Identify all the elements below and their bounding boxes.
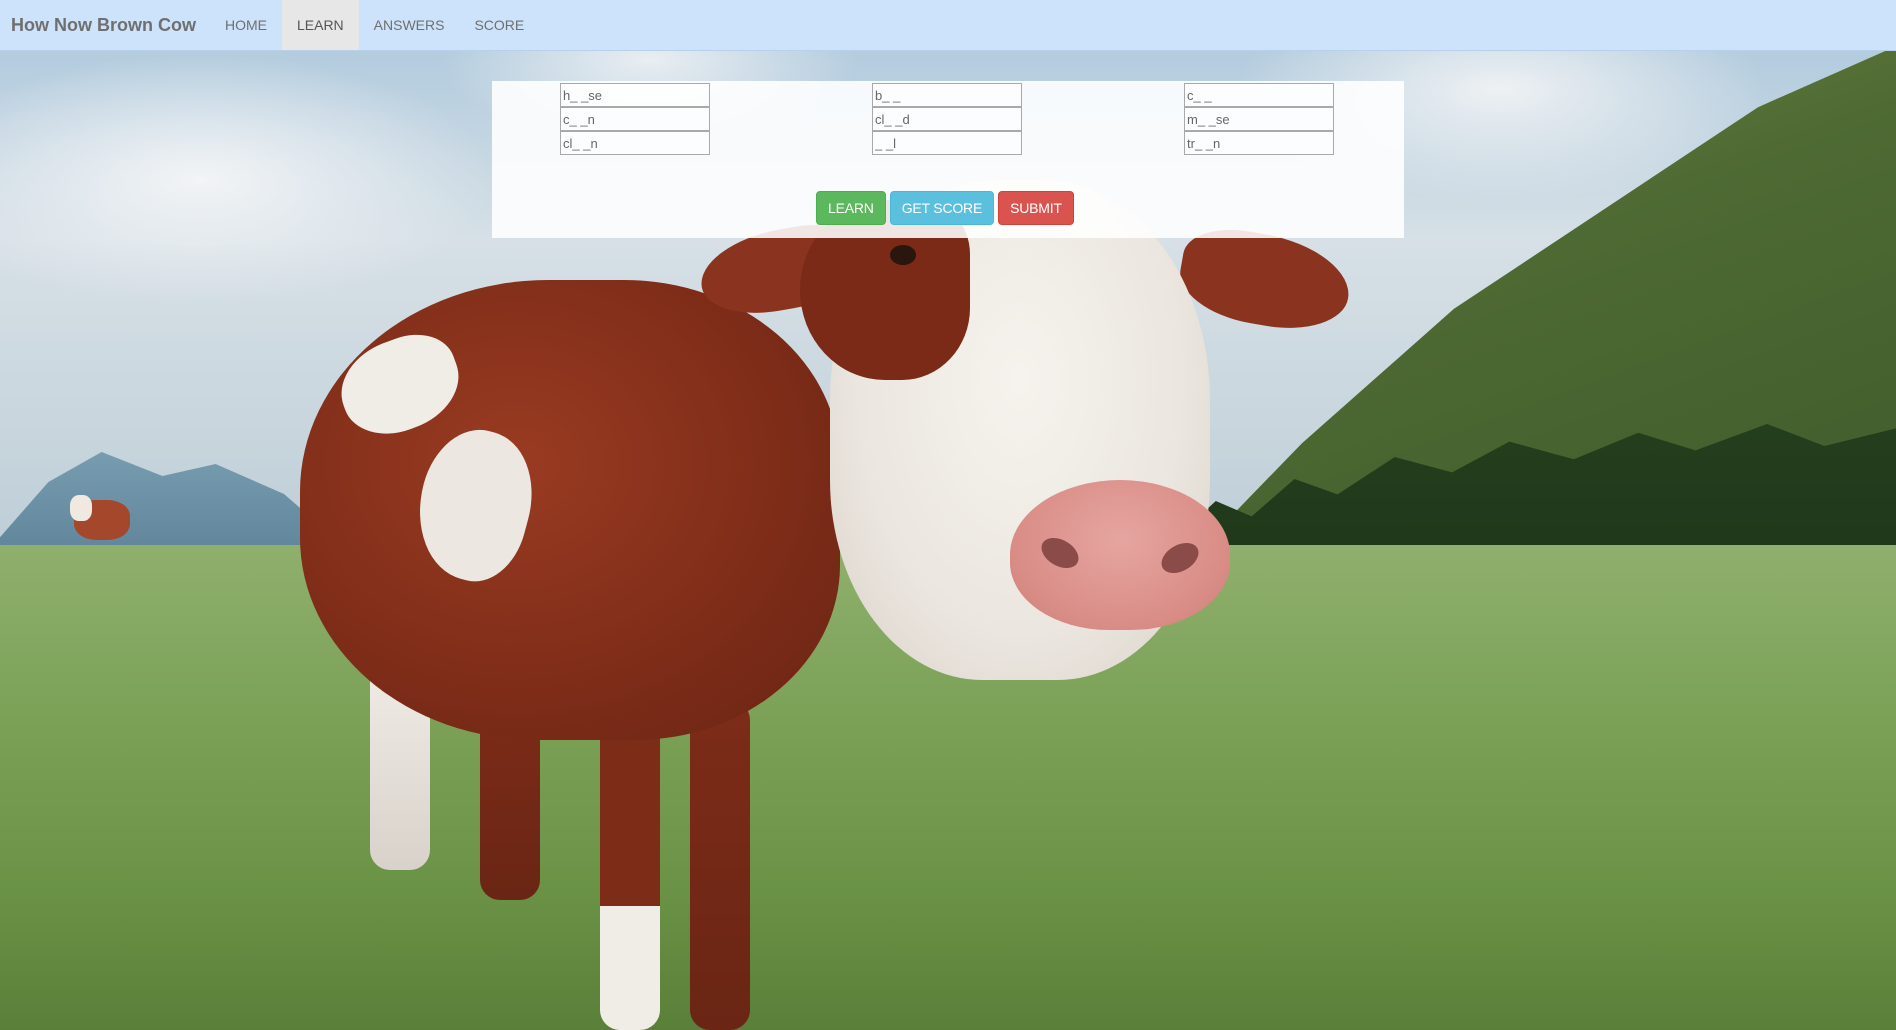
learn-button[interactable]: LEARN [816, 191, 886, 225]
get-score-button[interactable]: GET SCORE [889, 191, 995, 225]
word-input-horse[interactable] [560, 83, 710, 107]
word-column-2 [872, 83, 1022, 155]
word-input-c[interactable] [1184, 83, 1334, 107]
nav-home[interactable]: HOME [210, 0, 282, 50]
word-input-clown[interactable] [560, 131, 710, 155]
distant-cow-head [70, 495, 92, 521]
nav-answers[interactable]: ANSWERS [359, 0, 460, 50]
cow-eye [890, 245, 916, 265]
action-buttons: LEARN GET SCORE SUBMIT [816, 191, 1074, 225]
word-input-l[interactable] [872, 131, 1022, 155]
word-input-mouse[interactable] [1184, 107, 1334, 131]
brand-link[interactable]: How Now Brown Cow [0, 0, 210, 50]
submit-button[interactable]: SUBMIT [998, 191, 1074, 225]
word-input-b[interactable] [872, 83, 1022, 107]
word-input-corn[interactable] [560, 107, 710, 131]
word-input-train[interactable] [1184, 131, 1334, 155]
top-navbar: How Now Brown Cow HOME LEARN ANSWERS SCO… [0, 0, 1896, 51]
cow-leg [600, 720, 660, 1030]
nav-learn[interactable]: LEARN [281, 0, 359, 50]
cow-leg [690, 700, 750, 1030]
nav-score[interactable]: SCORE [459, 0, 539, 50]
word-input-cl-d[interactable] [872, 107, 1022, 131]
word-column-1 [560, 83, 710, 155]
word-column-3 [1184, 83, 1334, 155]
quiz-panel: LEARN GET SCORE SUBMIT [492, 81, 1404, 238]
